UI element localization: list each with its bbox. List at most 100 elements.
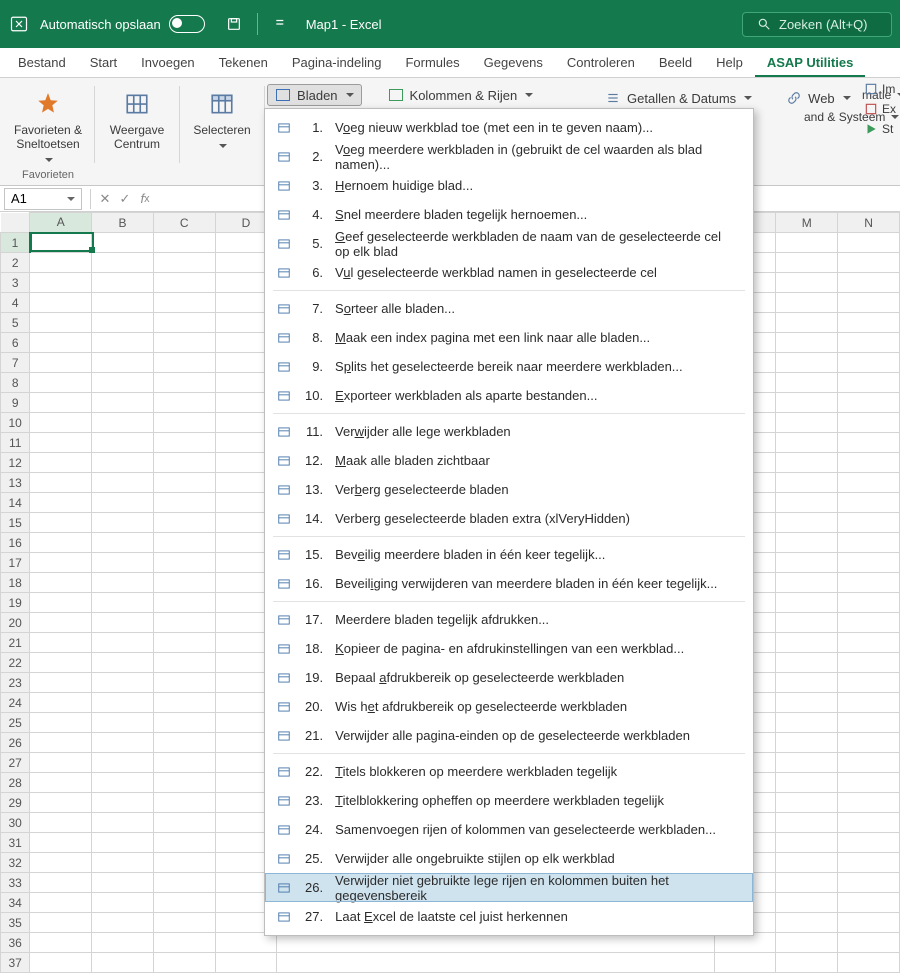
ribbon-tab-beeld[interactable]: Beeld (647, 49, 704, 77)
ribbon-tab-pagina-indeling[interactable]: Pagina-indeling (280, 49, 394, 77)
menu-item-11[interactable]: 11.Verwijder alle lege werkbladen (265, 417, 753, 446)
kolommen-rijen-dropdown-button[interactable]: Kolommen & Rijen (380, 84, 542, 106)
column-header[interactable]: B (92, 213, 154, 233)
menu-item-5[interactable]: 5.Geef geselecteerde werkbladen de naam … (265, 229, 753, 258)
row-header[interactable]: 2 (1, 253, 30, 273)
row-header[interactable]: 31 (1, 833, 30, 853)
row-header[interactable]: 25 (1, 713, 30, 733)
row-header[interactable]: 14 (1, 493, 30, 513)
ribbon-tab-tekenen[interactable]: Tekenen (207, 49, 280, 77)
row-header[interactable]: 26 (1, 733, 30, 753)
row-header[interactable]: 12 (1, 453, 30, 473)
row-header[interactable]: 18 (1, 573, 30, 593)
menu-item-22[interactable]: 22.Titels blokkeren op meerdere werkblad… (265, 757, 753, 786)
row-header[interactable]: 34 (1, 893, 30, 913)
menu-item-13[interactable]: 13.Verberg geselecteerde bladen (265, 475, 753, 504)
menu-item-8[interactable]: 8.Maak een index pagina met een link naa… (265, 323, 753, 352)
row-header[interactable]: 9 (1, 393, 30, 413)
menu-item-15[interactable]: 15.Beveilig meerdere bladen in één keer … (265, 540, 753, 569)
overflow-st-button[interactable]: St (864, 122, 896, 136)
menu-item-2[interactable]: 2.Voeg meerdere werkbladen in (gebruikt … (265, 142, 753, 171)
row-header[interactable]: 22 (1, 653, 30, 673)
column-header[interactable]: M (776, 213, 838, 233)
row-header[interactable]: 20 (1, 613, 30, 633)
selecteren-button[interactable]: Selecteren (189, 84, 254, 150)
menu-item-25[interactable]: 25.Verwijder alle ongebruikte stijlen op… (265, 844, 753, 873)
quick-access-more-button[interactable] (270, 13, 292, 35)
ribbon-tab-invoegen[interactable]: Invoegen (129, 49, 207, 77)
menu-item-19[interactable]: 19.Bepaal afdrukbereik op geselecteerde … (265, 663, 753, 692)
autosave-toggle[interactable] (169, 15, 205, 33)
menu-item-26[interactable]: 26.Verwijder niet gebruikte lege rijen e… (265, 873, 753, 902)
row-header[interactable]: 6 (1, 333, 30, 353)
menu-item-20[interactable]: 20.Wis het afdrukbereik op geselecteerde… (265, 692, 753, 721)
menu-item-3[interactable]: 3.Hernoem huidige blad... (265, 171, 753, 200)
ribbon-tab-bestand[interactable]: Bestand (6, 49, 78, 77)
row-header[interactable]: 8 (1, 373, 30, 393)
row-header[interactable]: 1 (1, 233, 30, 253)
row-header[interactable]: 5 (1, 313, 30, 333)
menu-item-18[interactable]: 18.Kopieer de pagina- en afdrukinstellin… (265, 634, 753, 663)
enter-formula-icon[interactable]: ✓ (115, 189, 135, 209)
ribbon-tab-help[interactable]: Help (704, 49, 755, 77)
fx-icon[interactable]: fx (135, 189, 155, 209)
row-header[interactable]: 11 (1, 433, 30, 453)
ribbon-tab-controleren[interactable]: Controleren (555, 49, 647, 77)
overflow-im-button[interactable]: Im (864, 82, 896, 96)
row-header[interactable]: 7 (1, 353, 30, 373)
menu-item-23[interactable]: 23.Titelblokkering opheffen op meerdere … (265, 786, 753, 815)
row-header[interactable]: 17 (1, 553, 30, 573)
row-header[interactable]: 36 (1, 933, 30, 953)
row-header[interactable]: 19 (1, 593, 30, 613)
column-header[interactable]: A (30, 213, 92, 233)
quick-save-button[interactable] (223, 13, 245, 35)
ribbon-tab-asap-utilities[interactable]: ASAP Utilities (755, 49, 865, 77)
menu-item-4[interactable]: 4.Snel meerdere bladen tegelijk hernoeme… (265, 200, 753, 229)
menu-item-17[interactable]: 17.Meerdere bladen tegelijk afdrukken... (265, 605, 753, 634)
menu-item-6[interactable]: 6.Vul geselecteerde werkblad namen in ge… (265, 258, 753, 287)
row-header[interactable]: 24 (1, 693, 30, 713)
ribbon-tab-start[interactable]: Start (78, 49, 129, 77)
cancel-formula-icon[interactable]: ✕ (95, 189, 115, 209)
menu-item-21[interactable]: 21.Verwijder alle pagina-einden op de ge… (265, 721, 753, 750)
name-box[interactable]: A1 (4, 188, 82, 210)
row-header[interactable]: 29 (1, 793, 30, 813)
column-header[interactable]: N (838, 213, 900, 233)
menu-item-12[interactable]: 12.Maak alle bladen zichtbaar (265, 446, 753, 475)
getallen-datums-dropdown-button[interactable]: Getallen & Datums (597, 87, 760, 109)
autosave-toggle-area[interactable]: Automatisch opslaan (40, 15, 205, 33)
row-header[interactable]: 28 (1, 773, 30, 793)
row-header[interactable]: 33 (1, 873, 30, 893)
ribbon-tab-gegevens[interactable]: Gegevens (472, 49, 555, 77)
row-header[interactable]: 13 (1, 473, 30, 493)
row-header[interactable]: 30 (1, 813, 30, 833)
weergave-centrum-button[interactable]: Weergave Centrum (106, 84, 168, 152)
menu-item-14[interactable]: 14.Verberg geselecteerde bladen extra (x… (265, 504, 753, 533)
column-header[interactable]: C (153, 213, 215, 233)
row-header[interactable]: 32 (1, 853, 30, 873)
row-header[interactable]: 10 (1, 413, 30, 433)
row-header[interactable]: 35 (1, 913, 30, 933)
row-header[interactable]: 16 (1, 533, 30, 553)
row-header[interactable]: 15 (1, 513, 30, 533)
row-header[interactable]: 4 (1, 293, 30, 313)
row-header[interactable]: 21 (1, 633, 30, 653)
menu-item-7[interactable]: 7.Sorteer alle bladen... (265, 294, 753, 323)
favorieten-sneltoetsen-button[interactable]: Favorieten & Sneltoetsen (10, 84, 86, 164)
overflow-ex-button[interactable]: Ex (864, 102, 896, 116)
menu-item-1[interactable]: 1.Voeg nieuw werkblad toe (met een in te… (265, 113, 753, 142)
menu-item-27[interactable]: 27.Laat Excel de laatste cel juist herke… (265, 902, 753, 931)
row-header[interactable]: 23 (1, 673, 30, 693)
menu-item-24[interactable]: 24.Samenvoegen rijen of kolommen van ges… (265, 815, 753, 844)
menu-item-9[interactable]: 9.Splits het geselecteerde bereik naar m… (265, 352, 753, 381)
menu-item-16[interactable]: 16.Beveiliging verwijderen van meerdere … (265, 569, 753, 598)
menu-item-10[interactable]: 10.Exporteer werkbladen als aparte besta… (265, 381, 753, 410)
search-box[interactable]: Zoeken (Alt+Q) (742, 12, 892, 37)
ribbon-tab-formules[interactable]: Formules (393, 49, 471, 77)
web-dropdown-button[interactable]: Web (778, 87, 859, 109)
select-all-corner[interactable] (1, 213, 30, 233)
row-header[interactable]: 3 (1, 273, 30, 293)
row-header[interactable]: 27 (1, 753, 30, 773)
bladen-dropdown-button[interactable]: Bladen (267, 84, 361, 106)
row-header[interactable]: 37 (1, 953, 30, 973)
